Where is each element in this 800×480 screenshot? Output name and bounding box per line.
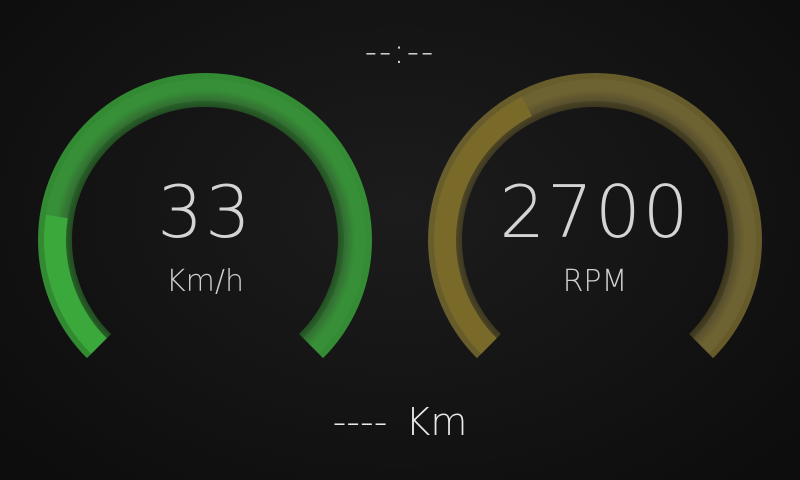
rpm-gauge: 2700 RPM: [425, 70, 765, 370]
speed-gauge: 33 Km/h: [35, 70, 375, 370]
speed-value: 33: [157, 170, 253, 254]
rpm-unit: RPM: [562, 264, 628, 299]
rpm-value: 2700: [499, 170, 691, 254]
odometer-display: ---- Km: [332, 400, 468, 444]
clock-display: --:--: [364, 32, 436, 72]
dashboard-screen: --:-- 33 Km/h 2700 RPM ---- Km: [0, 0, 800, 480]
speed-unit: Km/h: [165, 264, 245, 299]
